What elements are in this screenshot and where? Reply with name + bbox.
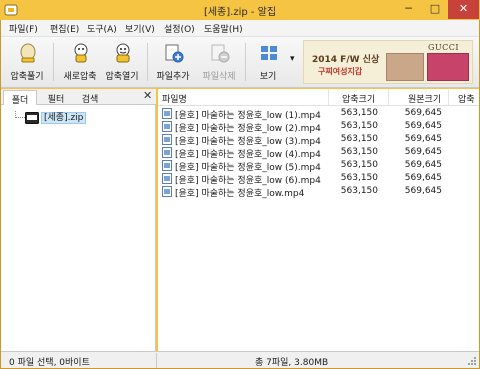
- ad-wallet-image: [386, 53, 424, 81]
- file-name: [윤호] 마술하는 정윤호_low.mp4: [175, 189, 305, 199]
- column-header-compressed[interactable]: 압축크기: [342, 92, 375, 105]
- column-divider[interactable]: [328, 89, 329, 106]
- table-row[interactable]: [윤호] 마술하는 정윤호_low (5).mp4 563,150 569,645: [158, 159, 479, 173]
- panel-tabs: 폴더 필터 검색 ✕: [1, 89, 156, 106]
- table-row[interactable]: [윤호] 마술하는 정윤호_low (6).mp4 563,150 569,645: [158, 172, 479, 186]
- table-row[interactable]: [윤호] 마술하는 정윤호_low.mp4 563,150 569,645: [158, 185, 479, 199]
- ad-wallet-image: [427, 53, 469, 81]
- video-file-icon: [162, 147, 172, 158]
- menu-view[interactable]: 보기(V): [125, 22, 155, 35]
- table-row[interactable]: [윤호] 마술하는 정윤호_low (2).mp4 563,150 569,645: [158, 120, 479, 134]
- status-total: 총 7파일, 3.80MB: [255, 358, 329, 368]
- panel-close-icon[interactable]: ✕: [143, 89, 152, 102]
- maximize-button[interactable]: □: [422, 0, 448, 19]
- original-size: 569,645: [404, 147, 442, 157]
- menu-tools[interactable]: 도구(A): [87, 22, 117, 35]
- video-file-icon: [162, 121, 172, 132]
- minimize-button[interactable]: ─: [395, 0, 422, 19]
- menu-file[interactable]: 파일(F): [9, 22, 38, 35]
- view-grid-icon: [261, 46, 277, 60]
- tab-folder[interactable]: 폴더: [3, 90, 37, 106]
- toolbar: 압축풀기 새로압축 압축열기 파일추가 파일삭제 보기 ▾ 2014 F/W 신…: [1, 37, 479, 88]
- compressed-size: 563,150: [340, 147, 378, 157]
- original-size: 569,645: [404, 134, 442, 144]
- view-dropdown-icon[interactable]: ▾: [290, 54, 295, 64]
- new-archive-button[interactable]: 새로압축: [56, 39, 104, 86]
- compressed-size: 563,150: [340, 108, 378, 118]
- original-size: 569,645: [404, 121, 442, 131]
- status-divider: [156, 353, 157, 368]
- compressed-size: 563,150: [340, 121, 378, 131]
- extract-icon: [20, 43, 36, 63]
- original-size: 569,645: [404, 173, 442, 183]
- open-archive-button[interactable]: 압축열기: [98, 39, 146, 86]
- menu-bar: 파일(F) 편집(E) 도구(A) 보기(V) 설정(O) 도움말(H): [1, 20, 479, 37]
- title-bar[interactable]: [세종].zip - 알집 ─ □ ✕: [0, 0, 480, 20]
- compressed-size: 563,150: [340, 173, 378, 183]
- add-file-icon: [165, 44, 184, 63]
- tree-item-archive[interactable]: [세종].zip: [41, 112, 87, 124]
- column-header-name[interactable]: 파일명: [162, 92, 187, 105]
- column-divider[interactable]: [448, 89, 449, 106]
- file-list: 파일명 압축크기 원본크기 압축 [윤호] 마술하는 정윤호_low (1).m…: [158, 89, 479, 351]
- table-row[interactable]: [윤호] 마술하는 정윤호_low (4).mp4 563,150 569,645: [158, 146, 479, 160]
- ad-brand-logo: GUCCI: [428, 43, 460, 52]
- original-size: 569,645: [404, 108, 442, 118]
- new-archive-icon: [74, 43, 88, 63]
- column-divider[interactable]: [388, 89, 389, 106]
- tree-connector: [15, 117, 25, 118]
- ad-subline: 구찌여성지갑: [318, 67, 363, 76]
- toolbar-separator: [53, 43, 54, 81]
- list-header: 파일명 압축크기 원본크기 압축: [158, 89, 479, 106]
- delete-file-icon: [211, 44, 230, 63]
- menu-help[interactable]: 도움말(H): [204, 22, 243, 35]
- open-archive-icon: [116, 43, 130, 63]
- extract-button[interactable]: 압축풀기: [3, 39, 51, 86]
- folder-panel: 폴더 필터 검색 ✕ [세종].zip: [1, 89, 156, 351]
- menu-settings[interactable]: 설정(O): [164, 22, 195, 35]
- original-size: 569,645: [404, 186, 442, 196]
- video-file-icon: [162, 134, 172, 145]
- table-row[interactable]: [윤호] 마술하는 정윤호_low (1).mp4 563,150 569,645: [158, 107, 479, 121]
- delete-file-button[interactable]: 파일삭제: [195, 39, 243, 86]
- column-header-original[interactable]: 원본크기: [408, 92, 441, 105]
- ad-banner[interactable]: 2014 F/W 신상 구찌여성지갑 GUCCI: [303, 40, 473, 84]
- video-file-icon: [162, 160, 172, 171]
- tab-filter[interactable]: 필터: [41, 90, 71, 105]
- window-title: [세종].zip - 알집: [203, 7, 277, 18]
- toolbar-separator: [147, 43, 148, 81]
- status-bar: 0 파일 선택, 0바이트 총 7파일, 3.80MB: [1, 351, 479, 368]
- compressed-size: 563,150: [340, 134, 378, 144]
- video-file-icon: [162, 173, 172, 184]
- ad-headline: 2014 F/W 신상: [312, 55, 380, 65]
- status-selection: 0 파일 선택, 0바이트: [9, 358, 90, 368]
- column-header-ratio[interactable]: 압축: [458, 92, 475, 105]
- table-row[interactable]: [윤호] 마술하는 정윤호_low (3).mp4 563,150 569,645: [158, 133, 479, 147]
- close-button[interactable]: ✕: [448, 0, 479, 19]
- view-button[interactable]: 보기: [244, 39, 292, 86]
- resize-grip-icon[interactable]: [467, 356, 477, 366]
- compressed-size: 563,150: [340, 186, 378, 196]
- compressed-size: 563,150: [340, 160, 378, 170]
- video-file-icon: [162, 108, 172, 119]
- tab-search[interactable]: 검색: [75, 90, 105, 105]
- original-size: 569,645: [404, 160, 442, 170]
- menu-edit[interactable]: 편집(E): [50, 22, 79, 35]
- add-file-button[interactable]: 파일추가: [149, 39, 197, 86]
- video-file-icon: [162, 186, 172, 197]
- zip-file-icon: [25, 112, 39, 124]
- alzip-app-icon: [4, 4, 18, 16]
